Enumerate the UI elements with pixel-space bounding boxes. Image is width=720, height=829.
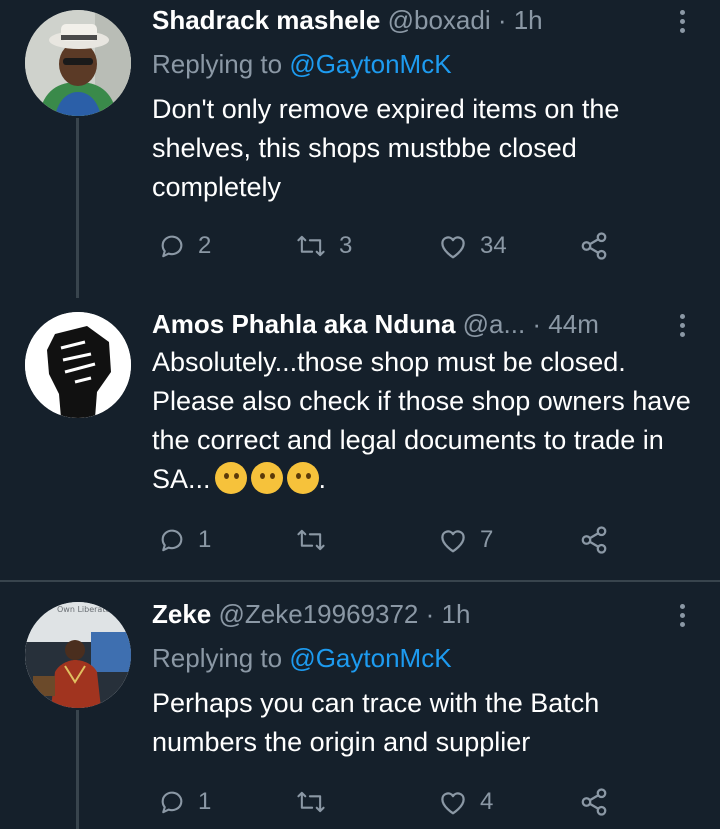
avatar[interactable] bbox=[25, 10, 131, 116]
retweet-button[interactable] bbox=[295, 522, 339, 558]
replying-to-line: Replying to @GaytonMcK bbox=[152, 46, 452, 82]
more-options-icon[interactable] bbox=[674, 312, 690, 342]
raised-fist-avatar-image bbox=[25, 312, 131, 418]
like-count: 4 bbox=[480, 788, 494, 815]
reply-count: 1 bbox=[198, 526, 212, 553]
retweet-button[interactable] bbox=[295, 784, 339, 820]
retweet-count: 3 bbox=[339, 232, 353, 259]
avatar[interactable] bbox=[25, 312, 131, 418]
display-name[interactable]: Zeke bbox=[152, 599, 211, 629]
reply-icon bbox=[161, 791, 183, 814]
avatar-overlay-text: Own Liberator bbox=[57, 605, 114, 614]
tweet-actions: 1 7 bbox=[152, 522, 672, 558]
retweet-icon bbox=[297, 791, 325, 813]
tweet-header: Amos Phahla aka Nduna @a... · 44m bbox=[152, 306, 670, 342]
replying-to-label: Replying to bbox=[152, 49, 290, 79]
replying-to-mention[interactable]: @GaytonMcK bbox=[289, 643, 451, 673]
tweet-actions: 1 4 bbox=[152, 784, 672, 820]
tweet-text: Absolutely...those shop must be closed. … bbox=[152, 343, 702, 499]
user-handle[interactable]: @boxadi bbox=[388, 5, 491, 35]
heart-icon bbox=[441, 236, 465, 259]
retweet-icon bbox=[297, 235, 325, 257]
thinking-face-emoji-3 bbox=[286, 462, 319, 494]
user-handle[interactable]: @Zeke19969372 bbox=[219, 599, 419, 629]
heart-icon bbox=[441, 792, 465, 815]
tweet-2[interactable]: Amos Phahla aka Nduna @a... · 44m Absolu… bbox=[0, 298, 720, 580]
timestamp[interactable]: · 1h bbox=[426, 599, 471, 629]
user-handle[interactable]: @a... bbox=[463, 309, 526, 339]
like-button[interactable]: 4 bbox=[438, 784, 493, 820]
retweet-icon bbox=[297, 529, 325, 551]
tweet-text-suffix: . bbox=[318, 464, 327, 494]
timestamp[interactable]: · 1h bbox=[498, 5, 543, 35]
share-button[interactable] bbox=[579, 522, 609, 558]
reply-icon bbox=[161, 235, 183, 258]
share-button[interactable] bbox=[579, 784, 609, 820]
like-button[interactable]: 34 bbox=[438, 228, 507, 264]
man-with-hat-avatar-image bbox=[25, 10, 131, 116]
display-name[interactable]: Shadrack mashele bbox=[152, 5, 380, 35]
share-icon bbox=[581, 232, 607, 260]
timestamp[interactable]: · 44m bbox=[532, 309, 598, 339]
reply-icon bbox=[161, 529, 183, 552]
tweet-actions: 2 3 34 bbox=[152, 228, 672, 264]
more-options-icon[interactable] bbox=[674, 8, 690, 38]
like-count: 7 bbox=[480, 526, 494, 553]
avatar-overlay-text-line: Own Liberator bbox=[57, 605, 114, 614]
reply-button[interactable]: 2 bbox=[158, 228, 211, 264]
share-icon bbox=[581, 788, 607, 816]
speaker-photo-avatar-image: Own Liberator bbox=[25, 602, 131, 708]
replying-to-label: Replying to bbox=[152, 643, 290, 673]
share-icon bbox=[581, 526, 607, 554]
share-button[interactable] bbox=[579, 228, 609, 264]
reply-button[interactable]: 1 bbox=[158, 522, 211, 558]
tweet-header: Shadrack mashele @boxadi · 1h bbox=[152, 2, 670, 38]
tweet-3[interactable]: Own Liberator Zeke @Zeke19969372 · 1h Re… bbox=[0, 582, 720, 829]
more-options-icon[interactable] bbox=[674, 602, 690, 632]
thread-line bbox=[76, 118, 79, 298]
thread-line bbox=[76, 710, 79, 829]
tweet-text: Perhaps you can trace with the Batch num… bbox=[152, 688, 600, 757]
reply-button[interactable]: 1 bbox=[158, 784, 211, 820]
retweet-button[interactable]: 3 bbox=[295, 228, 352, 264]
tweet-header: Zeke @Zeke19969372 · 1h bbox=[152, 596, 670, 632]
display-name[interactable]: Amos Phahla aka Nduna bbox=[152, 309, 455, 339]
avatar[interactable]: Own Liberator bbox=[25, 602, 131, 708]
thinking-face-emoji-1 bbox=[214, 462, 247, 494]
tweet-1[interactable]: Shadrack mashele @boxadi · 1h Replying t… bbox=[0, 0, 720, 298]
reply-count: 1 bbox=[198, 788, 212, 815]
like-button[interactable]: 7 bbox=[438, 522, 493, 558]
replying-to-mention[interactable]: @GaytonMcK bbox=[289, 49, 451, 79]
thinking-face-emoji-2 bbox=[250, 462, 283, 494]
replying-to-line: Replying to @GaytonMcK bbox=[152, 640, 452, 676]
reply-count: 2 bbox=[198, 232, 212, 259]
like-count: 34 bbox=[480, 232, 507, 259]
heart-icon bbox=[441, 530, 465, 553]
tweet-text: Don't only remove expired items on the s… bbox=[152, 94, 620, 202]
